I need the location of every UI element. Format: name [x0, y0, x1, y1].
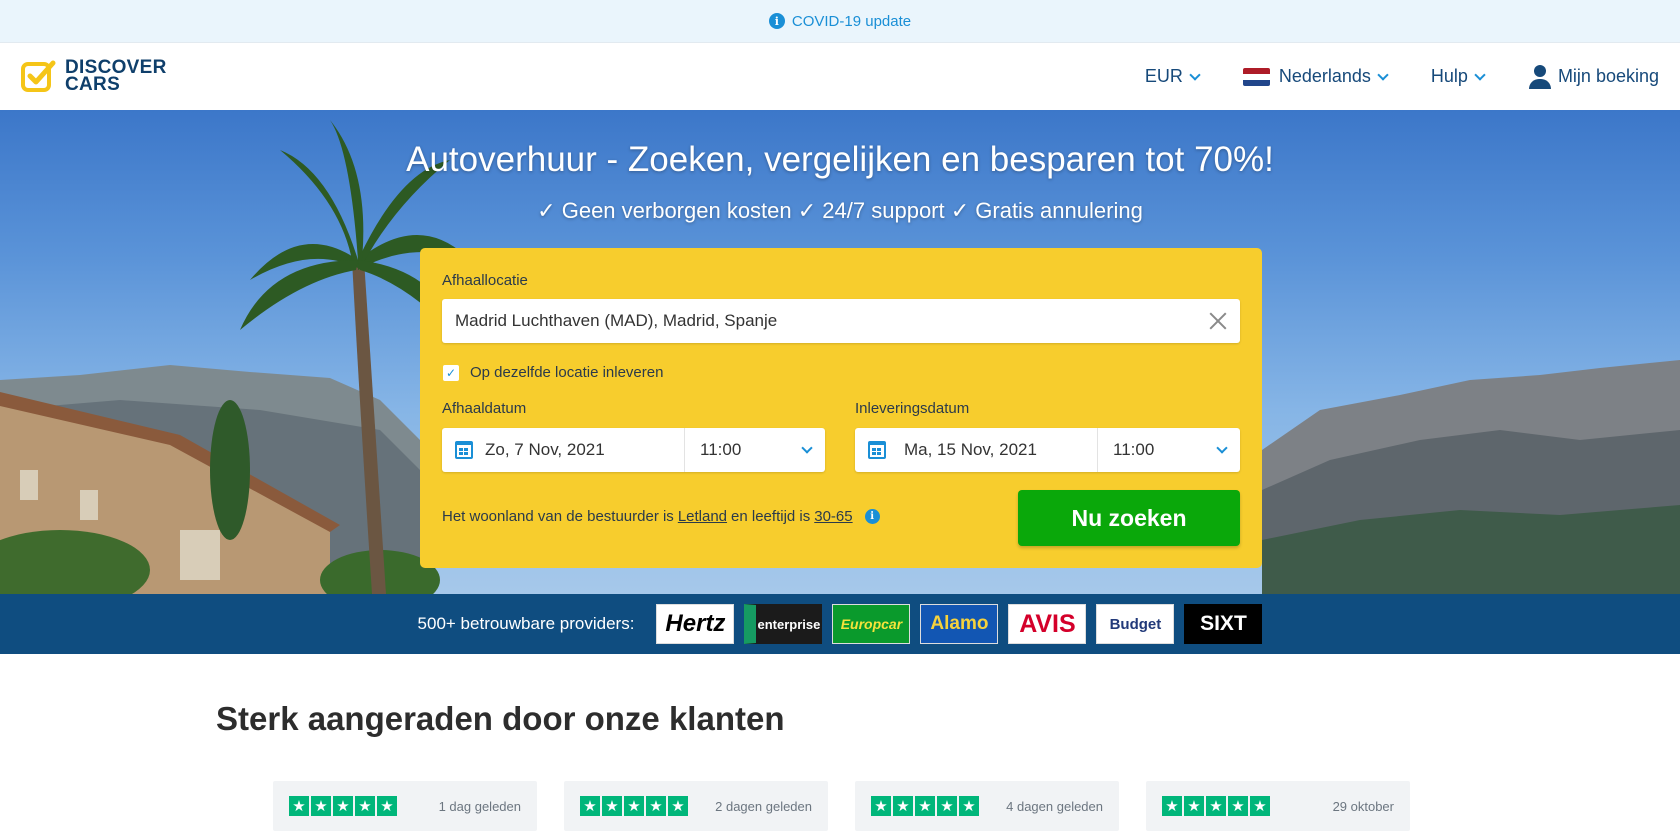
pickup-date-input[interactable]: Zo, 7 Nov, 2021: [442, 428, 685, 472]
checkbox-checked-icon: ✓: [443, 364, 459, 381]
calendar-icon: [868, 441, 886, 459]
return-date-value: Ma, 15 Nov, 2021: [904, 440, 1037, 459]
return-datetime-field: Ma, 15 Nov, 2021 11:00: [855, 428, 1240, 472]
dutch-flag-icon: [1242, 67, 1270, 86]
pickup-location-input[interactable]: Madrid Luchthaven (MAD), Madrid, Spanje: [442, 299, 1240, 343]
star-icon: ★: [355, 796, 375, 816]
star-icon: ★: [602, 796, 622, 816]
return-date-input[interactable]: Ma, 15 Nov, 2021: [855, 428, 1098, 472]
sixt-logo: SIXT: [1184, 604, 1263, 644]
info-icon: i: [768, 13, 785, 29]
review-date: 2 dagen geleden: [715, 798, 812, 814]
europcar-logo: Europcar: [832, 604, 911, 644]
logo-check-icon: [21, 58, 57, 94]
return-time-value: 11:00: [1113, 440, 1155, 459]
trustpilot-stars: ★ ★ ★ ★ ★: [580, 796, 688, 816]
driver-country-link[interactable]: Letland: [678, 508, 727, 525]
search-button[interactable]: Nu zoeken: [1018, 490, 1240, 546]
review-card[interactable]: ★ ★ ★ ★ ★ 1 dag geleden: [273, 781, 537, 831]
header-nav: EUR Nederlands Hulp Mijn boeking: [1145, 43, 1659, 110]
chevron-down-icon: [1189, 68, 1201, 81]
same-location-label: Op dezelfde locatie inleveren: [470, 364, 664, 381]
avis-logo: AVIS: [1008, 604, 1087, 644]
calendar-icon: [455, 441, 473, 459]
star-icon: ★: [289, 796, 309, 816]
search-form: Afhaallocatie Madrid Luchthaven (MAD), M…: [420, 248, 1262, 568]
covid-update-link[interactable]: i COVID-19 update: [768, 12, 912, 30]
star-icon: ★: [580, 796, 600, 816]
currency-selector[interactable]: EUR: [1144, 66, 1201, 87]
pickup-time-value: 11:00: [700, 440, 742, 459]
currency-label: EUR: [1144, 66, 1183, 86]
site-header: DISCOVER CARS EUR Nederlands Hulp Mijn b…: [0, 43, 1680, 110]
driver-middle-text: en leeftijd is: [731, 508, 811, 525]
enterprise-logo: enterprise: [744, 604, 823, 644]
review-card[interactable]: ★ ★ ★ ★ ★ 29 oktober: [1146, 781, 1410, 831]
pickup-datetime-field: Zo, 7 Nov, 2021 11:00: [442, 428, 825, 472]
language-label: Nederlands: [1278, 66, 1371, 86]
pickup-date-value: Zo, 7 Nov, 2021: [485, 440, 605, 459]
hero-subtitle: ✓ Geen verborgen kosten ✓ 24/7 support ✓…: [537, 198, 1143, 223]
info-icon[interactable]: i: [864, 509, 880, 524]
covid-update-label: COVID-19 update: [791, 12, 912, 30]
review-card[interactable]: ★ ★ ★ ★ ★ 2 dagen geleden: [564, 781, 828, 831]
same-location-checkbox[interactable]: ✓ Op dezelfde locatie inleveren: [443, 364, 663, 381]
chevron-down-icon: [1216, 441, 1228, 454]
covid-notice-bar: i COVID-19 update: [0, 0, 1680, 43]
help-label: Hulp: [1430, 66, 1468, 86]
hero-title: Autoverhuur - Zoeken, vergelijken en bes…: [406, 140, 1274, 179]
review-date: 1 dag geleden: [438, 798, 521, 814]
providers-label: 500+ betrouwbare providers:: [417, 614, 635, 633]
trustpilot-stars: ★ ★ ★ ★ ★: [289, 796, 397, 816]
star-icon: ★: [646, 796, 666, 816]
star-icon: ★: [871, 796, 891, 816]
hero-banner: Autoverhuur - Zoeken, vergelijken en bes…: [0, 110, 1680, 594]
star-icon: ★: [937, 796, 957, 816]
alamo-logo: Alamo: [920, 604, 999, 644]
star-icon: ★: [311, 796, 331, 816]
star-icon: ★: [624, 796, 644, 816]
clear-location-icon[interactable]: [1209, 312, 1227, 330]
trustpilot-stars: ★ ★ ★ ★ ★: [1162, 796, 1270, 816]
driver-prefix-text: Het woonland van de bestuurder is: [442, 508, 674, 525]
return-date-label: Inleveringsdatum: [855, 400, 970, 417]
help-menu[interactable]: Hulp: [1430, 66, 1486, 87]
language-selector[interactable]: Nederlands: [1242, 66, 1389, 87]
star-icon: ★: [915, 796, 935, 816]
providers-bar: 500+ betrouwbare providers: Hertz enterp…: [0, 594, 1680, 654]
star-icon: ★: [668, 796, 688, 816]
driver-age-link[interactable]: 30-65: [814, 508, 852, 525]
driver-info: Het woonland van de bestuurder is Letlan…: [442, 508, 880, 525]
logo-text-line2: CARS: [65, 74, 121, 95]
pickup-time-select[interactable]: 11:00: [685, 428, 825, 472]
budget-logo: Budget: [1096, 604, 1175, 644]
review-date: 4 dagen geleden: [1006, 798, 1103, 814]
star-icon: ★: [1162, 796, 1182, 816]
chevron-down-icon: [801, 441, 813, 454]
return-time-select[interactable]: 11:00: [1098, 428, 1240, 472]
star-icon: ★: [1206, 796, 1226, 816]
discover-cars-logo[interactable]: DISCOVER CARS: [21, 58, 167, 94]
review-date: 29 oktober: [1332, 798, 1394, 814]
star-icon: ★: [377, 796, 397, 816]
star-icon: ★: [1250, 796, 1270, 816]
user-icon: [1528, 64, 1552, 89]
my-booking-label: Mijn boeking: [1557, 66, 1659, 86]
star-icon: ★: [1184, 796, 1204, 816]
pickup-date-label: Afhaaldatum: [442, 400, 527, 417]
chevron-down-icon: [1474, 68, 1486, 81]
review-card[interactable]: ★ ★ ★ ★ ★ 4 dagen geleden: [855, 781, 1119, 831]
trustpilot-stars: ★ ★ ★ ★ ★: [871, 796, 979, 816]
recommended-title: Sterk aangeraden door onze klanten: [216, 700, 785, 737]
star-icon: ★: [1228, 796, 1248, 816]
pickup-location-label: Afhaallocatie: [442, 272, 528, 289]
star-icon: ★: [333, 796, 353, 816]
star-icon: ★: [893, 796, 913, 816]
chevron-down-icon: [1377, 68, 1389, 81]
hertz-logo: Hertz: [656, 604, 735, 644]
star-icon: ★: [959, 796, 979, 816]
pickup-location-value: Madrid Luchthaven (MAD), Madrid, Spanje: [455, 311, 778, 330]
my-booking-link[interactable]: Mijn boeking: [1528, 64, 1659, 89]
